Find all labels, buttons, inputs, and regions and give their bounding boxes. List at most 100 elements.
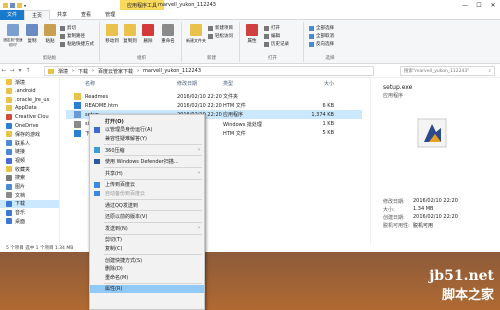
open-button[interactable]: 打开 <box>264 25 280 31</box>
breadcrumb-item[interactable]: 下载 <box>78 68 88 75</box>
menu-item[interactable]: 使用 Windows Defender扫描... <box>90 157 204 166</box>
back-arrow-icon[interactable]: ← <box>0 67 8 74</box>
paste-shortcut-button[interactable]: 粘贴快捷方式 <box>60 41 94 47</box>
nav-folder-icon <box>6 122 12 129</box>
nav-item[interactable]: 文档 <box>0 191 59 200</box>
menu-item[interactable]: 以管理员身份运行(A) <box>90 126 204 135</box>
up-arrow-icon[interactable]: ↑ <box>24 67 32 74</box>
maximize-button[interactable]: ☐ <box>472 0 486 10</box>
menu-item[interactable]: 兼容性疑难解答(Y) <box>90 134 204 143</box>
recent-dropdown-icon[interactable]: ▾ <box>16 67 24 74</box>
cut-button[interactable]: 剪切 <box>60 25 76 31</box>
menu-item[interactable]: 打开(O) <box>90 117 204 126</box>
forward-arrow-icon[interactable]: → <box>8 67 16 74</box>
edit-icon <box>264 33 269 39</box>
file-row[interactable]: Readmes 2016/02/10 22:20 文件夹 <box>66 92 362 101</box>
new-folder-button[interactable]: 新建文件夹 <box>186 24 206 44</box>
tab-view[interactable]: 查看 <box>74 10 98 20</box>
search-input[interactable]: 搜索"marvell_yukon_112243" ⌕ <box>400 66 495 76</box>
delete-icon <box>142 24 154 36</box>
invert-selection-button[interactable]: 反向选择 <box>309 41 334 47</box>
nav-item[interactable]: OneDrive <box>0 121 59 130</box>
column-type[interactable]: 类型 <box>223 80 233 87</box>
menu-separator <box>104 233 202 235</box>
save-icon[interactable] <box>10 2 15 8</box>
nav-item[interactable]: .android <box>0 87 59 96</box>
menu-item[interactable]: 发送到(N) › <box>90 224 204 233</box>
file-row[interactable]: README.htm 2016/02/10 22:20 HTM 文件 6 KB <box>66 101 362 110</box>
nav-item[interactable]: 联系人 <box>0 139 59 148</box>
menu-item-label: 创建快捷方式(S) <box>105 257 143 264</box>
nav-item[interactable]: 收藏夹 <box>0 165 59 174</box>
menu-item[interactable]: 删除(D) <box>90 264 204 273</box>
nav-item[interactable]: 渐境 <box>0 78 59 87</box>
menu-separator <box>104 210 202 212</box>
menu-item-label: 属性(R) <box>105 286 123 293</box>
nav-item[interactable]: 下载 <box>0 199 59 209</box>
nav-item[interactable]: 搜索 <box>0 174 59 183</box>
copy-to-button[interactable]: 复制到 <box>122 24 138 44</box>
history-button[interactable]: 历史记录 <box>264 41 289 47</box>
menu-item[interactable]: 上传到百度云 <box>90 181 204 190</box>
pin-button[interactable]: 固定到"快速访问" <box>3 24 23 48</box>
search-icon: ⌕ <box>488 69 491 74</box>
menu-separator <box>104 143 202 145</box>
select-none-button[interactable]: 全部取消 <box>309 33 334 39</box>
properties-button[interactable]: 属性 <box>244 24 260 44</box>
rename-button[interactable]: 重命名 <box>160 24 176 44</box>
copy-path-button[interactable]: 复制路径 <box>60 33 85 39</box>
nav-item[interactable]: 链接 <box>0 148 59 157</box>
copy-button[interactable]: 复制 <box>24 24 40 44</box>
easy-access-icon <box>208 33 213 39</box>
menu-item[interactable]: 属性(R) <box>90 284 204 294</box>
navigation-pane: 渐境 .android .oracle_jre_us AppData Creative … <box>0 78 60 244</box>
menu-item[interactable]: 还原以前的版本(V) <box>90 212 204 221</box>
close-button[interactable]: ✕ <box>486 0 500 10</box>
menu-separator <box>104 198 202 200</box>
paste-button[interactable]: 粘贴 <box>42 24 58 44</box>
new-folder-icon[interactable] <box>17 2 22 8</box>
menu-item[interactable]: 通过QQ发送到 <box>90 201 204 210</box>
menu-item[interactable]: 自动备份到百度云 <box>90 189 204 198</box>
menu-item[interactable]: 重命名(M) <box>90 273 204 282</box>
nav-item[interactable]: 保存的游戏 <box>0 130 59 139</box>
nav-item[interactable]: 视频 <box>0 156 59 165</box>
nav-item-label: .oracle_jre_us <box>15 96 50 103</box>
nav-item[interactable]: 桌面 <box>0 217 59 226</box>
new-item-button[interactable]: 新建项目 <box>208 25 233 31</box>
nav-folder-icon <box>6 192 12 199</box>
nav-item[interactable]: .oracle_jre_us <box>0 95 59 104</box>
dropdown-icon[interactable]: ▾ <box>24 3 28 8</box>
column-date[interactable]: 修改日期 <box>177 80 197 87</box>
nav-item[interactable]: 图片 <box>0 182 59 191</box>
nav-item[interactable]: AppData <box>0 104 59 113</box>
breadcrumb-item[interactable]: marvell_yukon_112243 <box>143 68 201 74</box>
menu-item[interactable]: 共享(H) › <box>90 169 204 178</box>
breadcrumb-item[interactable]: 百度云管家下载 <box>98 68 133 75</box>
file-size: 1 KB <box>322 121 334 128</box>
menu-item[interactable]: 剪切(T) <box>90 236 204 245</box>
menu-item[interactable]: 复制(C) <box>90 244 204 253</box>
delete-button[interactable]: 删除 <box>140 24 156 44</box>
breadcrumb[interactable]: 渐境 › 下载 › 百度云管家下载 › marvell_yukon_112243 <box>44 66 374 76</box>
move-to-button[interactable]: 移动到 <box>104 24 120 44</box>
easy-access-button[interactable]: 轻松访问 <box>208 33 233 39</box>
select-all-button[interactable]: 全部选择 <box>309 25 334 31</box>
column-size[interactable]: 大小 <box>324 80 334 87</box>
tab-manage[interactable]: 管理 <box>98 10 122 20</box>
menu-item[interactable]: 创建快捷方式(S) <box>90 256 204 265</box>
column-name[interactable]: 名称 <box>85 80 95 87</box>
tab-home[interactable]: 主页 <box>24 9 51 20</box>
nav-item[interactable]: Creative Clou <box>0 113 59 122</box>
menu-item-label: 还原以前的版本(V) <box>105 214 148 221</box>
tab-file[interactable]: 文件 <box>0 9 25 20</box>
file-type: HTM 文件 <box>223 103 246 110</box>
menu-item[interactable]: 360压缩 › <box>90 146 204 155</box>
nav-item[interactable]: 音乐 <box>0 208 59 217</box>
minimize-button[interactable]: — <box>458 0 472 10</box>
edit-button[interactable]: 编辑 <box>264 33 280 39</box>
breadcrumb-item[interactable]: 渐境 <box>58 68 68 75</box>
preview-label: 创建日期: <box>383 215 405 221</box>
preview-value: 1.34 MB <box>413 206 434 212</box>
tab-share[interactable]: 共享 <box>50 10 74 20</box>
